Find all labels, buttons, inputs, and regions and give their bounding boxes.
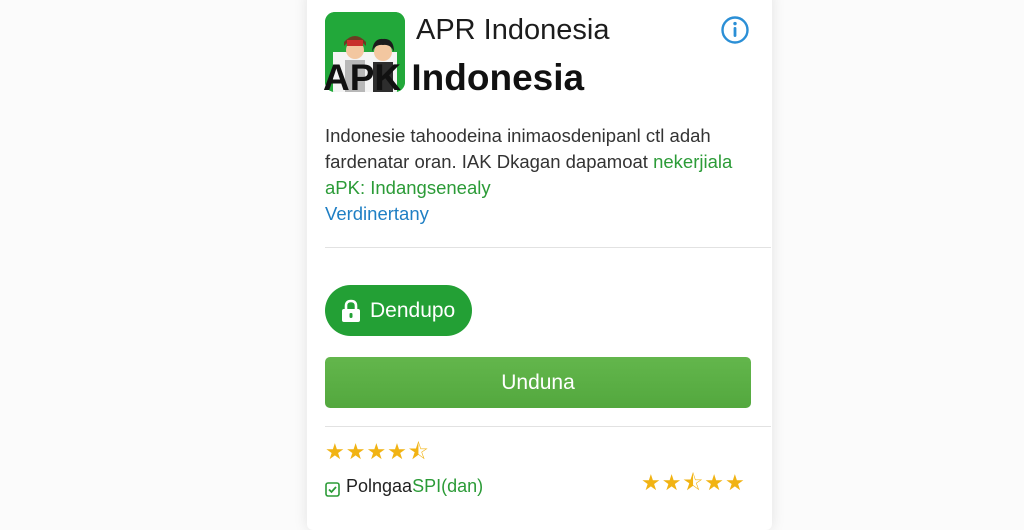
divider <box>325 247 771 248</box>
description-line: Indonesie tahoodeina inimaosdenipanl ctl… <box>325 125 711 146</box>
unduh-button-label: Unduna <box>501 370 575 394</box>
verified-accent: SPI(dan) <box>412 476 484 496</box>
rating-stars-secondary: ★★⯪★★ <box>641 470 746 495</box>
divider <box>325 426 771 427</box>
description-highlight: nekerjiala <box>653 151 733 172</box>
app-title-small: APR Indonesia <box>416 14 610 46</box>
verified-text: Polngaa <box>346 476 413 496</box>
lock-icon <box>340 299 362 323</box>
verified-badge: Polngaa SPI(dan) <box>325 474 483 498</box>
rating-stars: ★★★★⯪ <box>325 439 430 464</box>
info-icon[interactable] <box>720 15 750 45</box>
description-line: aPK: Indangsenealy <box>325 177 491 198</box>
download-button[interactable]: Dendupo <box>325 285 472 336</box>
verification-link[interactable]: Verdinertany <box>325 201 765 227</box>
check-icon <box>325 479 340 497</box>
unduh-button[interactable]: Unduna <box>325 357 751 408</box>
app-description: Indonesie tahoodeina inimaosdenipanl ctl… <box>325 123 765 227</box>
description-line: fardenatar oran. IAK Dkagan dapamoat nek… <box>325 149 765 175</box>
description-text: fardenatar oran. IAK Dkagan dapamoat <box>325 151 654 172</box>
download-button-label: Dendupo <box>370 298 456 322</box>
app-title: APK Indonesia <box>323 57 585 98</box>
